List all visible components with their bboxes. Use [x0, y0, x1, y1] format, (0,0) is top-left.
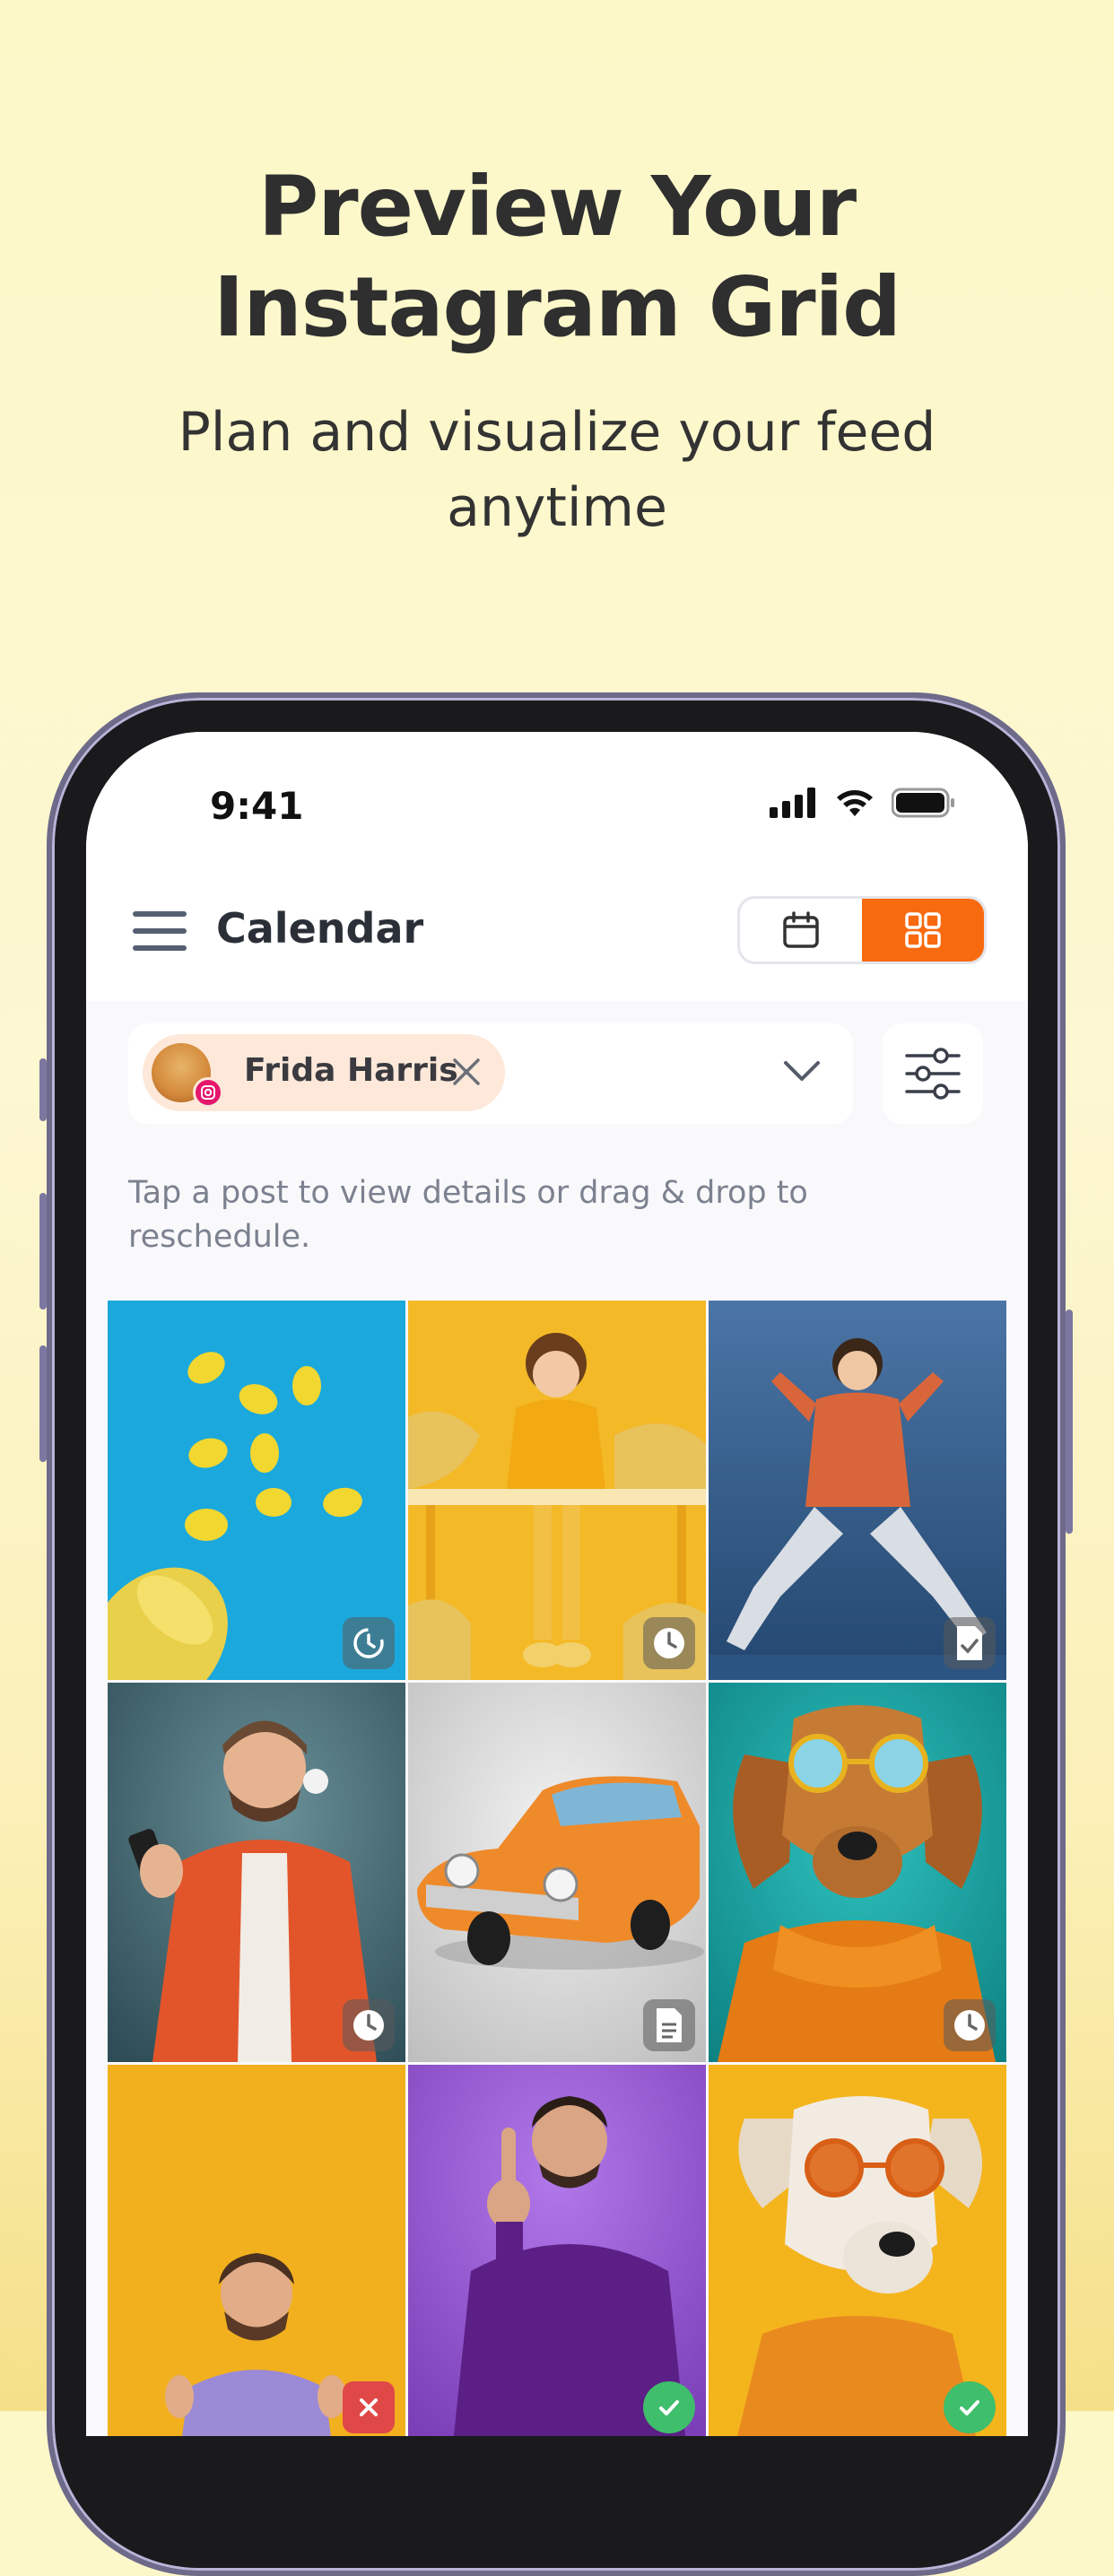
post-thumbnail[interactable]: [709, 1683, 1006, 2062]
sliders-icon: [905, 1048, 961, 1100]
filter-button[interactable]: [883, 1023, 983, 1124]
grid-view-button[interactable]: [862, 899, 984, 962]
phone-screen: 9:41 Calendar Frida Harris Tap a post to…: [86, 732, 1028, 2436]
phone-side-button: [39, 1345, 47, 1462]
clock-icon: [643, 1617, 695, 1669]
view-toggle: [737, 896, 987, 964]
post-thumbnail[interactable]: [108, 1301, 405, 1680]
published-check-icon: [643, 2381, 695, 2433]
recurring-clock-icon: [343, 1617, 395, 1669]
document-icon: [643, 1999, 695, 2051]
phone-power-button: [1066, 1310, 1073, 1534]
phone-side-button: [39, 1058, 47, 1121]
post-thumbnail[interactable]: [709, 1301, 1006, 1680]
post-image: [408, 2065, 706, 2436]
status-time: 9:41: [210, 784, 304, 828]
clock-icon: [944, 1999, 996, 2051]
subheadline-line-1: Plan and visualize your feed: [178, 401, 936, 464]
menu-icon[interactable]: [133, 911, 187, 956]
instagram-icon: [193, 1077, 223, 1108]
account-select[interactable]: Frida Harris: [128, 1023, 853, 1124]
post-thumbnail[interactable]: [408, 1683, 706, 2062]
clock-icon: [343, 1999, 395, 2051]
headline-line-1: Preview Your: [257, 159, 857, 255]
signal-icon: [770, 788, 815, 818]
failed-icon: [343, 2381, 395, 2433]
subheadline: Plan and visualize your feed anytime: [0, 395, 1114, 545]
account-chip[interactable]: Frida Harris: [143, 1034, 505, 1111]
published-check-icon: [944, 2381, 996, 2433]
grid-icon: [905, 912, 941, 948]
calendar-icon: [783, 911, 819, 948]
post-thumbnail[interactable]: [108, 1683, 405, 2062]
headline-line-2: Instagram Grid: [213, 259, 901, 355]
phone-side-button: [39, 1193, 47, 1310]
post-thumbnail[interactable]: [108, 2065, 405, 2436]
status-icons: [770, 788, 956, 818]
chevron-down-icon[interactable]: [782, 1057, 822, 1084]
post-image: [108, 2065, 405, 2436]
post-thumbnail[interactable]: [709, 2065, 1006, 2436]
hint-line-1: Tap a post to view details or drag & dro…: [128, 1175, 808, 1211]
account-name: Frida Harris: [244, 1052, 458, 1089]
hint-text: Tap a post to view details or drag & dro…: [128, 1171, 936, 1259]
post-thumbnail[interactable]: [408, 2065, 706, 2436]
post-grid: [108, 1301, 1006, 2436]
document-check-icon: [944, 1617, 996, 1669]
close-icon[interactable]: [449, 1055, 483, 1089]
battery-icon: [892, 788, 954, 818]
wifi-icon: [837, 790, 873, 816]
post-image: [709, 2065, 1006, 2436]
status-bar: 9:41: [86, 732, 1028, 866]
hint-line-2: reschedule.: [128, 1219, 311, 1255]
calendar-view-button[interactable]: [740, 899, 862, 962]
app-bar: Calendar: [86, 866, 1028, 1001]
page-title: Calendar: [216, 904, 424, 953]
subheadline-line-2: anytime: [447, 476, 667, 539]
post-thumbnail[interactable]: [408, 1301, 706, 1680]
filter-bar: Frida Harris: [86, 1001, 1028, 1180]
headline: Preview Your Instagram Grid: [0, 157, 1114, 358]
